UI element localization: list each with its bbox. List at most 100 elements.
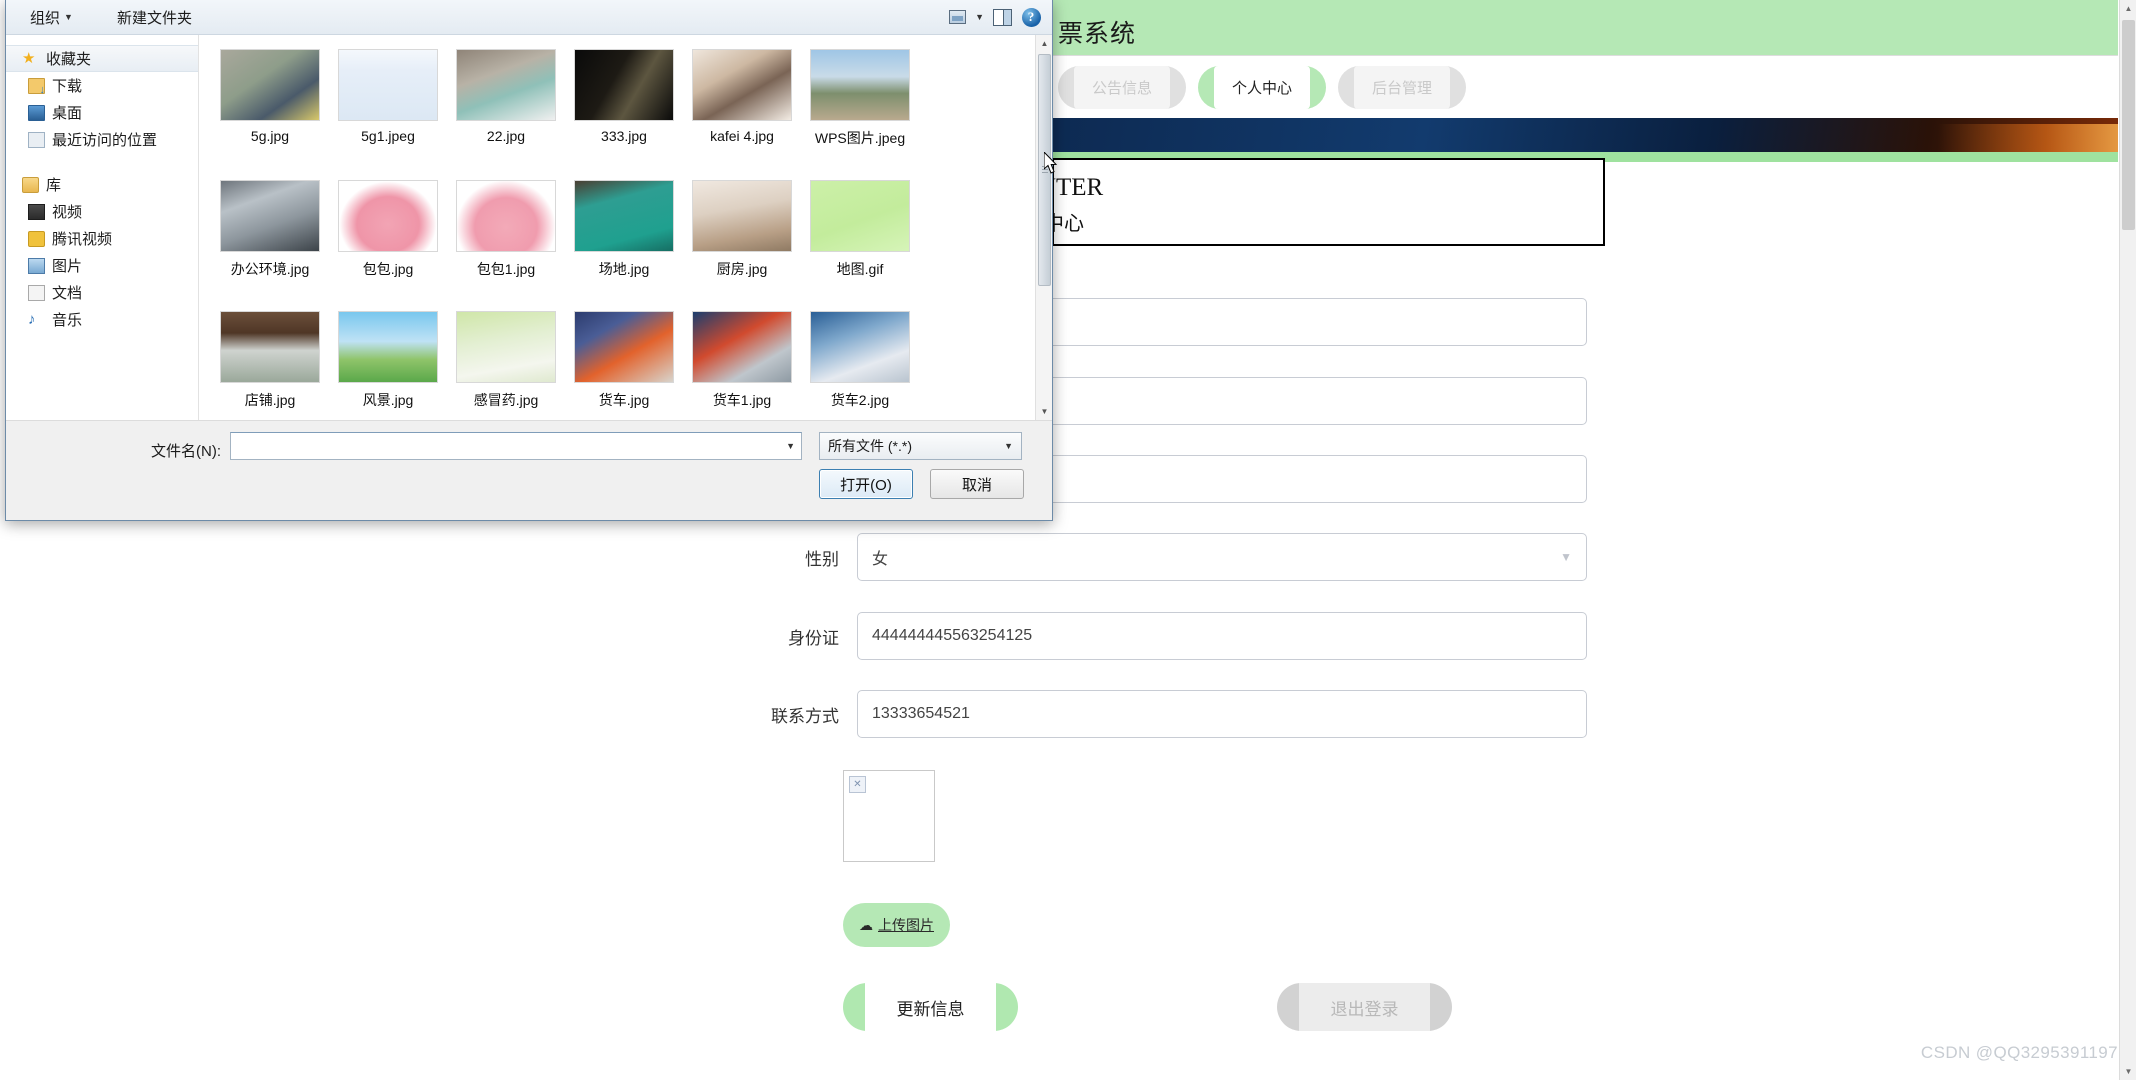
nav-desktop[interactable]: 桌面 <box>6 99 198 126</box>
nav-tab-label: 公告信息 <box>1091 80 1152 97</box>
nav-favorites[interactable]: ★ 收藏夹 <box>6 45 198 72</box>
nav-documents[interactable]: 文档 <box>6 279 198 306</box>
file-item[interactable]: 地图.gif <box>801 180 919 311</box>
file-thumbnail-grid: 5g.jpg 5g1.jpeg 22.jpg 333.jpg kafei 4.j <box>199 35 1019 420</box>
help-button[interactable]: ? <box>1020 6 1042 28</box>
file-item[interactable]: 风景.jpg <box>329 311 447 420</box>
chevron-down-icon[interactable]: ▼ <box>1004 441 1013 451</box>
update-info-button[interactable]: 更新信息 <box>843 983 1018 1031</box>
organize-label: 组织 <box>30 9 61 27</box>
file-item[interactable]: 店铺.jpg <box>211 311 329 420</box>
scroll-down-icon[interactable]: ▼ <box>2120 1063 2136 1080</box>
filename-input[interactable]: ▼ <box>230 432 802 460</box>
cloud-upload-icon: ☁ <box>859 916 873 933</box>
nav-tencent-video[interactable]: 腾讯视频 <box>6 225 198 252</box>
dialog-toolbar: 组织 ▼ 新建文件夹 ▼ ? <box>6 0 1052 35</box>
file-item[interactable]: 包包1.jpg <box>447 180 565 311</box>
nav-tencent-label: 腾讯视频 <box>52 231 113 248</box>
file-name: 5g.jpg <box>250 128 290 144</box>
file-thumbnail <box>810 311 910 383</box>
cancel-button[interactable]: 取消 <box>930 469 1024 499</box>
scroll-up-icon[interactable]: ▲ <box>2120 0 2136 17</box>
help-icon: ? <box>1021 7 1041 27</box>
logout-button[interactable]: 退出登录 <box>1277 983 1452 1031</box>
file-name: 22.jpg <box>486 128 526 144</box>
nav-videos[interactable]: 视频 <box>6 198 198 225</box>
file-list-scrollbar[interactable]: ▲ ▼ <box>1035 35 1052 420</box>
csdn-watermark: CSDN @QQ3295391197 <box>1920 1043 2118 1062</box>
file-item[interactable]: kafei 4.jpg <box>683 49 801 180</box>
file-name: 店铺.jpg <box>244 392 296 408</box>
file-item[interactable]: 5g.jpg <box>211 49 329 180</box>
file-thumbnail <box>810 49 910 121</box>
dialog-navigation-pane: ★ 收藏夹 下载 桌面 最近访问的位置 库 视频 <box>6 35 199 420</box>
file-thumbnail <box>220 180 320 252</box>
idcard-label: 身份证 <box>788 628 839 648</box>
page-scrollbar[interactable]: ▲ ▼ <box>2119 0 2136 1080</box>
nav-downloads[interactable]: 下载 <box>6 72 198 99</box>
dialog-body: ★ 收藏夹 下载 桌面 最近访问的位置 库 视频 <box>6 35 1052 420</box>
star-icon: ★ <box>22 49 36 67</box>
contact-input[interactable]: 13333654521 <box>857 690 1587 738</box>
file-item[interactable]: 感冒药.jpg <box>447 311 565 420</box>
file-thumbnail <box>692 180 792 252</box>
scrollbar-thumb[interactable] <box>1038 54 1051 286</box>
file-thumbnail <box>456 49 556 121</box>
file-name: 货车1.jpg <box>712 392 772 408</box>
nav-music[interactable]: ♪ 音乐 <box>6 306 198 333</box>
nav-favorites-label: 收藏夹 <box>46 51 92 68</box>
nav-pictures[interactable]: 图片 <box>6 252 198 279</box>
file-item[interactable]: 场地.jpg <box>565 180 683 311</box>
idcard-input[interactable]: 444444445563254125 <box>857 612 1587 660</box>
file-item[interactable]: 22.jpg <box>447 49 565 180</box>
logout-label: 退出登录 <box>1330 999 1399 1019</box>
file-thumbnail <box>220 311 320 383</box>
form-row-contact: 联系方式 13333654521 <box>747 690 1587 738</box>
preview-pane-button[interactable] <box>991 6 1013 28</box>
filetype-select[interactable]: 所有文件 (*.*) ▼ <box>819 432 1022 460</box>
file-item[interactable]: 厨房.jpg <box>683 180 801 311</box>
change-view-button[interactable] <box>946 6 968 28</box>
file-item[interactable]: 货车1.jpg <box>683 311 801 420</box>
form-row-gender: 性别 女 ▼ <box>747 533 1587 581</box>
file-thumbnail <box>574 49 674 121</box>
scrollbar-thumb[interactable] <box>2122 20 2135 230</box>
preview-pane-icon <box>992 8 1012 26</box>
file-name: 货车.jpg <box>598 392 650 408</box>
scroll-down-icon[interactable]: ▼ <box>1036 403 1052 420</box>
file-item[interactable]: 办公环境.jpg <box>211 180 329 311</box>
chevron-down-icon[interactable]: ▼ <box>786 441 795 451</box>
file-name: 感冒药.jpg <box>473 392 539 408</box>
nav-libraries[interactable]: 库 <box>6 171 198 198</box>
avatar-preview: ✕ <box>843 770 935 862</box>
recent-places-icon <box>28 131 45 148</box>
nav-pictures-label: 图片 <box>52 258 83 275</box>
chevron-down-icon[interactable]: ▼ <box>975 12 984 22</box>
file-name: 场地.jpg <box>598 261 650 277</box>
file-name: WPS图片.jpeg <box>814 130 906 146</box>
filename-label: 文件名(N): <box>151 443 221 460</box>
organize-menu[interactable]: 组织 ▼ <box>20 0 83 34</box>
file-item[interactable]: 333.jpg <box>565 49 683 180</box>
file-item[interactable]: 货车.jpg <box>565 311 683 420</box>
file-item[interactable]: 5g1.jpeg <box>329 49 447 180</box>
file-item[interactable]: 货车2.jpg <box>801 311 919 420</box>
library-icon <box>22 176 39 193</box>
file-thumbnail <box>456 311 556 383</box>
file-list-pane[interactable]: 5g.jpg 5g1.jpeg 22.jpg 333.jpg kafei 4.j <box>199 35 1052 420</box>
file-item[interactable]: WPS图片.jpeg <box>801 49 919 180</box>
gender-select[interactable]: 女 ▼ <box>857 533 1587 581</box>
open-button[interactable]: 打开(O) <box>819 469 913 499</box>
upload-image-button[interactable]: ☁ 上传图片 <box>843 903 950 947</box>
file-name: 包包.jpg <box>362 261 414 277</box>
tencent-video-icon <box>28 230 45 247</box>
nav-music-label: 音乐 <box>52 312 83 329</box>
nav-separator <box>6 153 198 171</box>
file-thumbnail <box>692 311 792 383</box>
file-name: 333.jpg <box>601 128 647 144</box>
new-folder-button[interactable]: 新建文件夹 <box>107 0 202 34</box>
scroll-up-icon[interactable]: ▲ <box>1036 35 1052 52</box>
cancel-button-label: 取消 <box>961 476 992 494</box>
file-item[interactable]: 包包.jpg <box>329 180 447 311</box>
nav-recent-places[interactable]: 最近访问的位置 <box>6 126 198 153</box>
